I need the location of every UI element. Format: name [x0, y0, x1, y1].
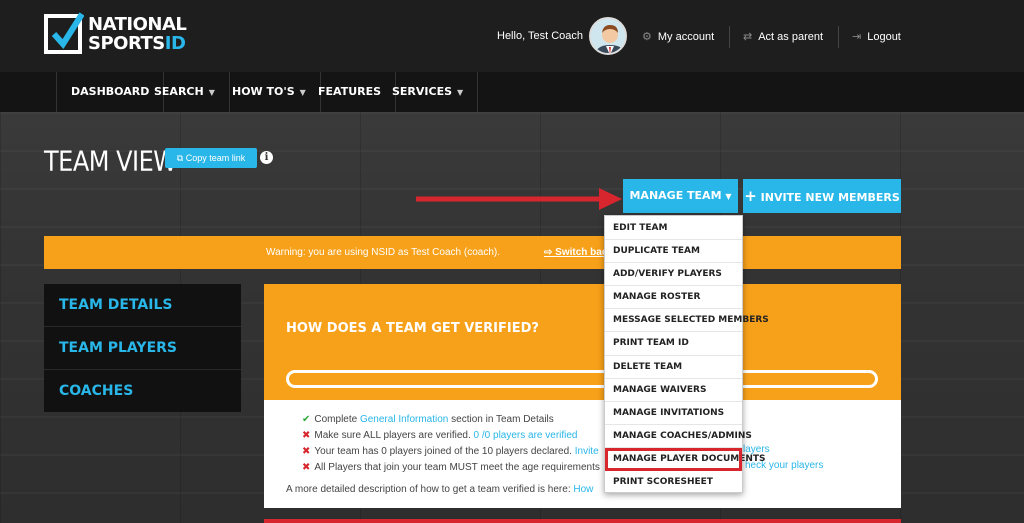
item-text: Complete — [314, 414, 360, 425]
manage-team-button[interactable]: MANAGE TEAM ▼ — [623, 179, 738, 213]
act-as-parent-label: Act as parent — [758, 31, 824, 43]
menu-item-manage-roster[interactable]: MANAGE ROSTER — [605, 286, 742, 310]
item-text: Make sure ALL players are verified. — [314, 430, 474, 441]
sidebar-item-coaches[interactable]: COACHES — [44, 370, 241, 413]
logo[interactable]: NATIONAL SPORTSID — [44, 12, 187, 56]
logout-icon: ⇥ — [852, 31, 862, 43]
menu-item-delete-team[interactable]: DELETE TEAM — [605, 356, 742, 379]
verify-panel: HOW DOES A TEAM GET VERIFIED? — [264, 284, 901, 400]
detail-text: A more detailed description of how to ge… — [286, 484, 574, 495]
content-panel: HOW DOES A TEAM GET VERIFIED? ✔ Complete … — [264, 284, 901, 508]
list-item: ✖ All Players that join your team MUST me… — [302, 460, 600, 476]
manage-team-dropdown: EDIT TEAM DUPLICATE TEAM ADD/VERIFY PLAY… — [604, 215, 769, 494]
logo-line1: NATIONAL — [88, 14, 187, 35]
players-verified-link[interactable]: 0 /0 players are verified — [474, 430, 578, 441]
swap-icon: ⇄ — [743, 31, 753, 43]
nav-services[interactable]: SERVICES ▼ — [378, 72, 479, 112]
copy-team-link-button[interactable]: ⧉ Copy team link — [165, 148, 257, 168]
nav-label: HOW TO'S — [232, 85, 295, 98]
verify-title: HOW DOES A TEAM GET VERIFIED? — [286, 321, 539, 336]
list-item: ✖ Make sure ALL players are verified. 0 /… — [302, 428, 600, 444]
detail-line: A more detailed description of how to ge… — [286, 484, 593, 495]
menu-item-print-team-id[interactable]: PRINT TEAM ID — [605, 332, 742, 356]
invite-new-members-button[interactable]: + INVITE NEW MEMBERS — [743, 179, 901, 213]
gear-icon: ⚙ — [642, 31, 652, 43]
menu-item-edit-team[interactable]: EDIT TEAM — [605, 217, 742, 241]
plus-icon: + — [744, 187, 757, 205]
warning-banner: Warning: you are using NSID as Test Coac… — [44, 236, 901, 269]
nav-label: FEATURES — [318, 85, 382, 98]
cross-icon: ✖ — [302, 462, 311, 473]
general-info-link[interactable]: General Information — [360, 414, 448, 425]
my-account-label: My account — [657, 31, 715, 43]
logo-id: ID — [164, 33, 186, 54]
logo-sports: SPORTS — [88, 33, 165, 54]
avatar-icon — [591, 19, 625, 53]
logo-check-icon — [51, 12, 84, 49]
menu-item-manage-coaches-admins[interactable]: MANAGE COACHES/ADMINS — [605, 425, 752, 448]
copy-icon: ⧉ — [176, 153, 184, 163]
logo-line2: SPORTSID — [88, 34, 186, 53]
menu-item-manage-player-documents[interactable]: MANAGE PLAYER DOCUMENTS — [605, 447, 766, 472]
switch-icon: ⇨ — [544, 247, 556, 258]
divider — [838, 26, 839, 48]
main-nav: DASHBOARD SEARCH ▼ HOW TO'S ▼ FEATURES SER… — [0, 72, 1024, 112]
list-item: ✖ Your team has 0 players joined of the 1… — [302, 444, 600, 460]
check-icon: ✔ — [302, 414, 311, 425]
bottom-strip — [264, 519, 901, 523]
caret-down-icon: ▼ — [725, 192, 732, 201]
nav-search[interactable]: SEARCH ▼ — [140, 72, 230, 112]
cross-icon: ✖ — [302, 446, 311, 457]
warning-text: Warning: you are using NSID as Test Coac… — [266, 247, 500, 258]
copy-label: Copy team link — [185, 153, 246, 163]
act-as-parent-link[interactable]: ⇄ Act as parent — [743, 30, 823, 43]
chevron-down-icon: ▼ — [457, 88, 464, 97]
menu-item-manage-invitations[interactable]: MANAGE INVITATIONS — [605, 402, 742, 425]
sidebar-item-team-players[interactable]: TEAM PLAYERS — [44, 327, 241, 370]
item-text: Your team has 0 players joined of the 10… — [314, 446, 575, 457]
menu-item-print-scoresheet[interactable]: PRINT SCORESHEET — [605, 471, 742, 494]
item-text: All Players that join your team MUST mee… — [314, 462, 600, 473]
manage-team-label: MANAGE TEAM — [629, 189, 722, 202]
greeting: Hello, Test Coach — [497, 30, 584, 42]
list-item: ✔ Complete General Information section in… — [302, 412, 600, 428]
logout-link[interactable]: ⇥ Logout — [852, 30, 901, 43]
invite-link[interactable]: Invite — [575, 446, 599, 457]
avatar[interactable] — [589, 17, 627, 55]
sidebar-item-team-details[interactable]: TEAM DETAILS — [44, 284, 241, 327]
annotation-arrow — [416, 188, 622, 210]
menu-item-duplicate-team[interactable]: DUPLICATE TEAM — [605, 240, 742, 264]
divider — [729, 26, 730, 48]
top-bar: NATIONAL SPORTSID Hello, Test Coach ⚙ My … — [0, 0, 1024, 72]
how-link[interactable]: How — [573, 484, 593, 495]
menu-item-message-selected[interactable]: MESSAGE SELECTED MEMBERS — [605, 309, 769, 333]
menu-item-add-verify-players[interactable]: ADD/VERIFY PLAYERS — [605, 263, 742, 287]
my-account-link[interactable]: ⚙ My account — [642, 30, 714, 43]
verify-progress-bar — [286, 370, 878, 388]
logout-label: Logout — [867, 31, 901, 43]
chevron-down-icon: ▼ — [208, 88, 215, 97]
logo-text: NATIONAL SPORTSID — [88, 14, 187, 53]
info-icon[interactable]: i — [260, 151, 273, 164]
item-text: section in Team Details — [448, 414, 554, 425]
invite-label: INVITE NEW MEMBERS — [760, 191, 900, 204]
page-title: TEAM VIEW — [44, 145, 177, 178]
verify-checklist: ✔ Complete General Information section in… — [302, 412, 600, 476]
menu-item-manage-waivers[interactable]: MANAGE WAIVERS — [605, 379, 742, 402]
cross-icon: ✖ — [302, 430, 311, 441]
sidebar: TEAM DETAILS TEAM PLAYERS COACHES — [44, 284, 241, 412]
nav-label: DASHBOARD — [71, 85, 150, 98]
nav-label: SEARCH — [154, 85, 204, 98]
nav-label: SERVICES — [392, 85, 453, 98]
